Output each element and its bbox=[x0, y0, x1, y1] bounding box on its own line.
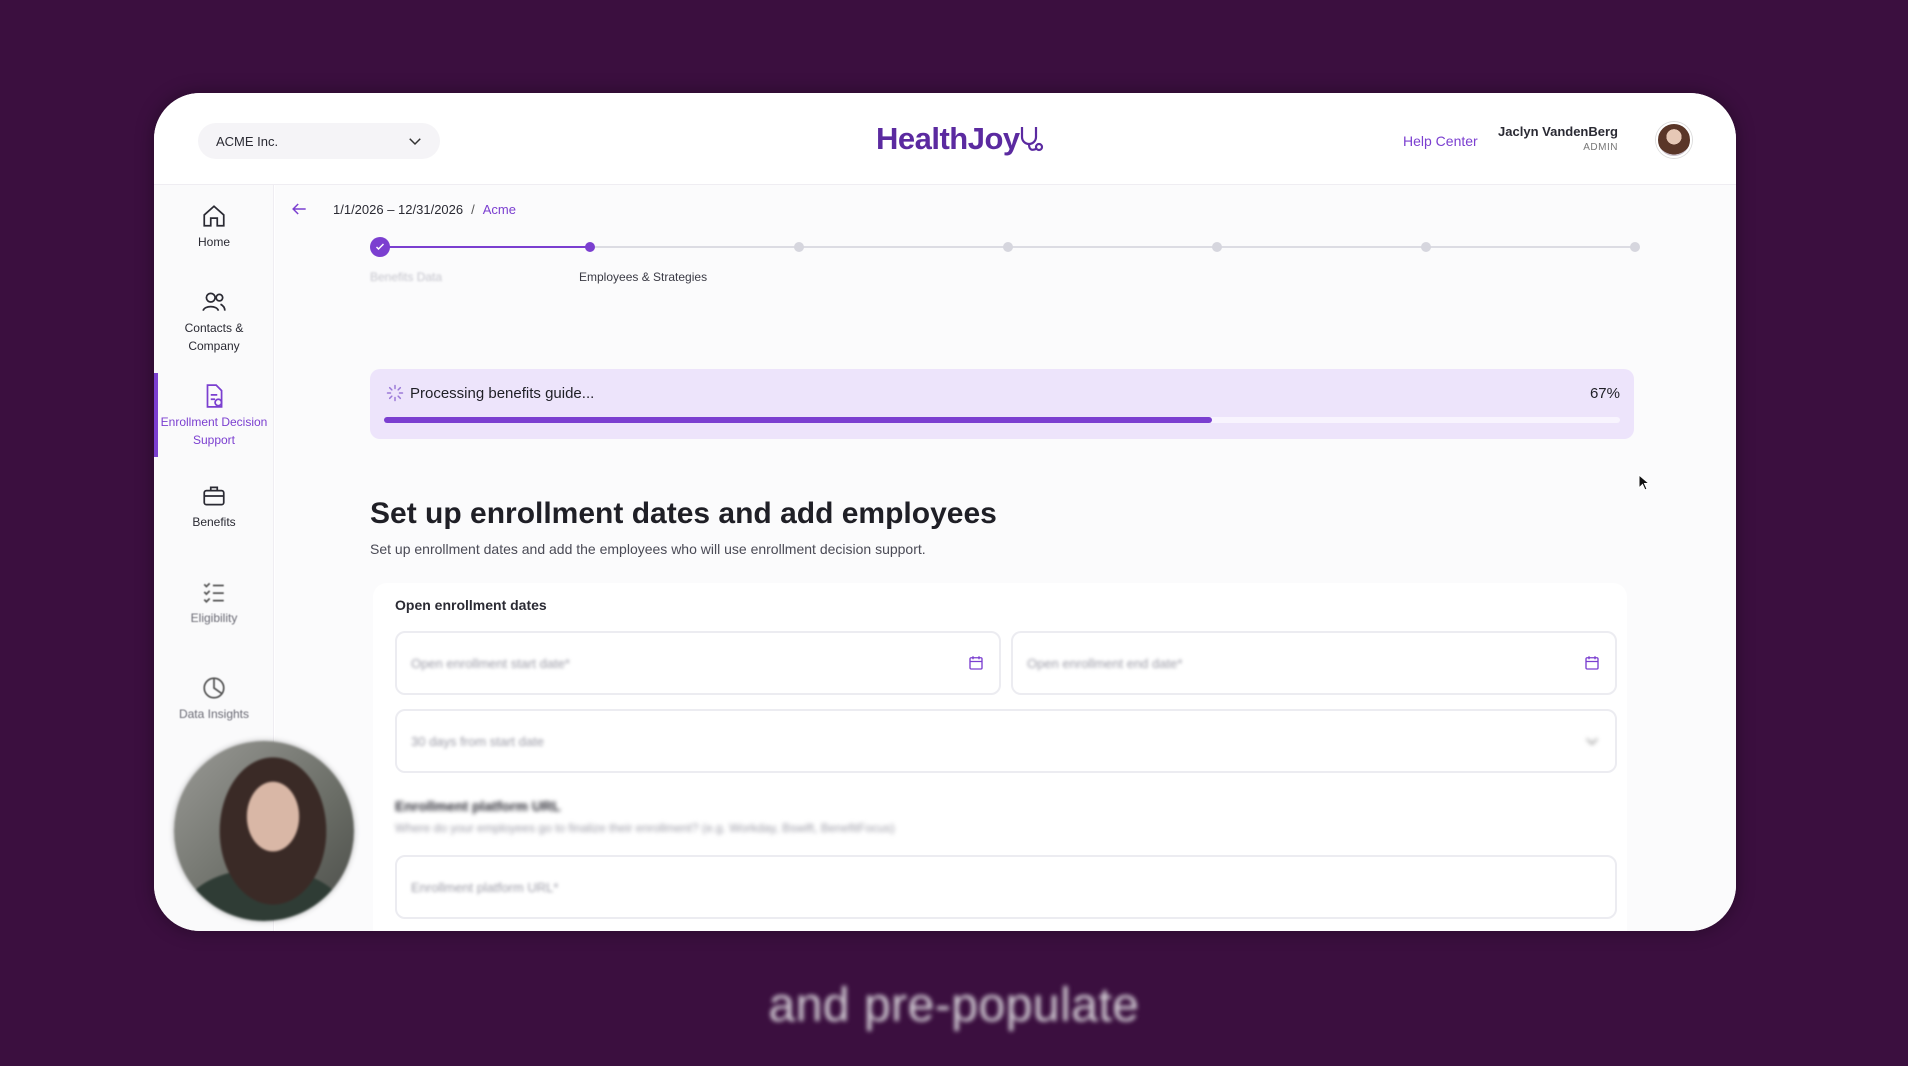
users-icon bbox=[202, 292, 226, 312]
sidebar-item-label: Contacts & Company bbox=[184, 321, 244, 353]
sidebar-item-data-insights[interactable]: Data Insights bbox=[154, 675, 274, 723]
sidebar-item-label: Eligibility bbox=[190, 611, 238, 625]
oe-start-date-field[interactable]: Open enrollment start date* bbox=[395, 631, 1001, 695]
step-4[interactable] bbox=[1003, 242, 1013, 252]
sidebar-item-eligibility[interactable]: Eligibility bbox=[154, 579, 274, 627]
step-3[interactable] bbox=[794, 242, 804, 252]
stethoscope-icon bbox=[1020, 127, 1043, 152]
logo-text: HealthJoy bbox=[876, 121, 1020, 156]
page-title: Set up enrollment dates and add employee… bbox=[370, 497, 997, 530]
step-2-label: Employees & Strategies bbox=[579, 270, 708, 284]
calendar-icon[interactable] bbox=[967, 654, 985, 672]
processing-text: Processing benefits guide... bbox=[410, 385, 595, 402]
progress-track bbox=[384, 417, 1620, 423]
main-content: 1/1/2026 – 12/31/2026 / Acme Benefits Da… bbox=[275, 185, 1736, 931]
breadcrumb-date-range: 1/1/2026 – 12/31/2026 bbox=[333, 201, 464, 217]
oe-start-date-placeholder: Open enrollment start date* bbox=[411, 655, 570, 671]
step-connector bbox=[590, 246, 1635, 248]
step-7[interactable] bbox=[1630, 242, 1640, 252]
breadcrumb-link-acme[interactable]: Acme bbox=[483, 202, 516, 217]
progress-percent: 67% bbox=[1589, 385, 1620, 402]
presenter-video bbox=[174, 741, 354, 921]
step-1-complete[interactable] bbox=[370, 237, 390, 257]
page-subtitle: Set up enrollment dates and add the empl… bbox=[370, 541, 926, 557]
step-5[interactable] bbox=[1212, 242, 1222, 252]
open-enrollment-section-label: Open enrollment dates bbox=[395, 597, 547, 613]
user-role: ADMIN bbox=[1583, 142, 1618, 153]
sidebar-item-home[interactable]: Home bbox=[154, 203, 274, 251]
breadcrumb: 1/1/2026 – 12/31/2026 / Acme bbox=[289, 199, 516, 219]
processing-banner: Processing benefits guide... 67% bbox=[370, 369, 1634, 439]
app-window: ACME Inc. HealthJoy Help Center Jaclyn V… bbox=[154, 93, 1736, 931]
chevron-down-icon bbox=[409, 138, 421, 146]
enrollment-form: Open enrollment dates Open enrollment st… bbox=[373, 583, 1627, 931]
user-name: Jaclyn VandenBerg bbox=[1498, 124, 1618, 139]
enrollment-duration-select[interactable]: 30 days from start date bbox=[395, 709, 1617, 773]
user-info: Jaclyn VandenBerg ADMIN bbox=[1498, 124, 1618, 153]
platform-url-help: Where do your employees go to finalize t… bbox=[395, 821, 895, 835]
help-center-link[interactable]: Help Center bbox=[1403, 133, 1478, 149]
chart-pie-icon bbox=[203, 677, 225, 699]
spinner-icon bbox=[386, 384, 404, 402]
document-icon bbox=[206, 384, 223, 408]
company-select-value: ACME Inc. bbox=[216, 133, 279, 149]
oe-end-date-placeholder: Open enrollment end date* bbox=[1027, 655, 1183, 671]
step-6[interactable] bbox=[1421, 242, 1431, 252]
platform-url-input[interactable]: Enrollment platform URL* bbox=[395, 855, 1617, 919]
step-connector bbox=[380, 246, 590, 248]
breadcrumb-separator: / bbox=[471, 201, 475, 217]
checklist-icon bbox=[203, 582, 224, 603]
logo: HealthJoy bbox=[876, 115, 1044, 163]
mouse-cursor-icon bbox=[1638, 474, 1651, 491]
platform-url-label: Enrollment platform URL bbox=[395, 798, 561, 814]
briefcase-icon bbox=[203, 486, 225, 506]
sidebar-item-benefits[interactable]: Benefits bbox=[154, 483, 274, 531]
platform-url-placeholder: Enrollment platform URL* bbox=[411, 879, 559, 895]
avatar[interactable] bbox=[1656, 122, 1692, 158]
sidebar-item-label: Home bbox=[197, 235, 230, 249]
check-icon bbox=[375, 243, 385, 251]
step-2-current[interactable] bbox=[585, 242, 595, 252]
sidebar-item-label: Enrollment Decision Support bbox=[160, 415, 268, 447]
sidebar-item-label: Data Insights bbox=[178, 707, 250, 721]
calendar-icon[interactable] bbox=[1583, 654, 1601, 672]
progress-stepper: Benefits Data Employees & Strategies bbox=[370, 233, 1640, 293]
sidebar-item-enrollment-decision-support[interactable]: Enrollment Decision Support bbox=[154, 373, 274, 457]
company-select[interactable]: ACME Inc. bbox=[198, 123, 440, 159]
sidebar-item-contacts[interactable]: Contacts & Company bbox=[154, 289, 274, 355]
step-1-label: Benefits Data bbox=[370, 270, 443, 284]
oe-end-date-field[interactable]: Open enrollment end date* bbox=[1011, 631, 1617, 695]
sidebar-item-label: Benefits bbox=[192, 515, 236, 529]
enrollment-duration-value: 30 days from start date bbox=[411, 733, 544, 749]
top-bar: ACME Inc. HealthJoy Help Center Jaclyn V… bbox=[154, 93, 1736, 185]
video-caption: and pre-populate bbox=[768, 979, 1140, 1032]
back-arrow-icon[interactable] bbox=[289, 199, 309, 219]
progress-fill bbox=[384, 417, 1213, 423]
home-icon bbox=[203, 205, 225, 227]
chevron-down-icon bbox=[1586, 738, 1598, 746]
